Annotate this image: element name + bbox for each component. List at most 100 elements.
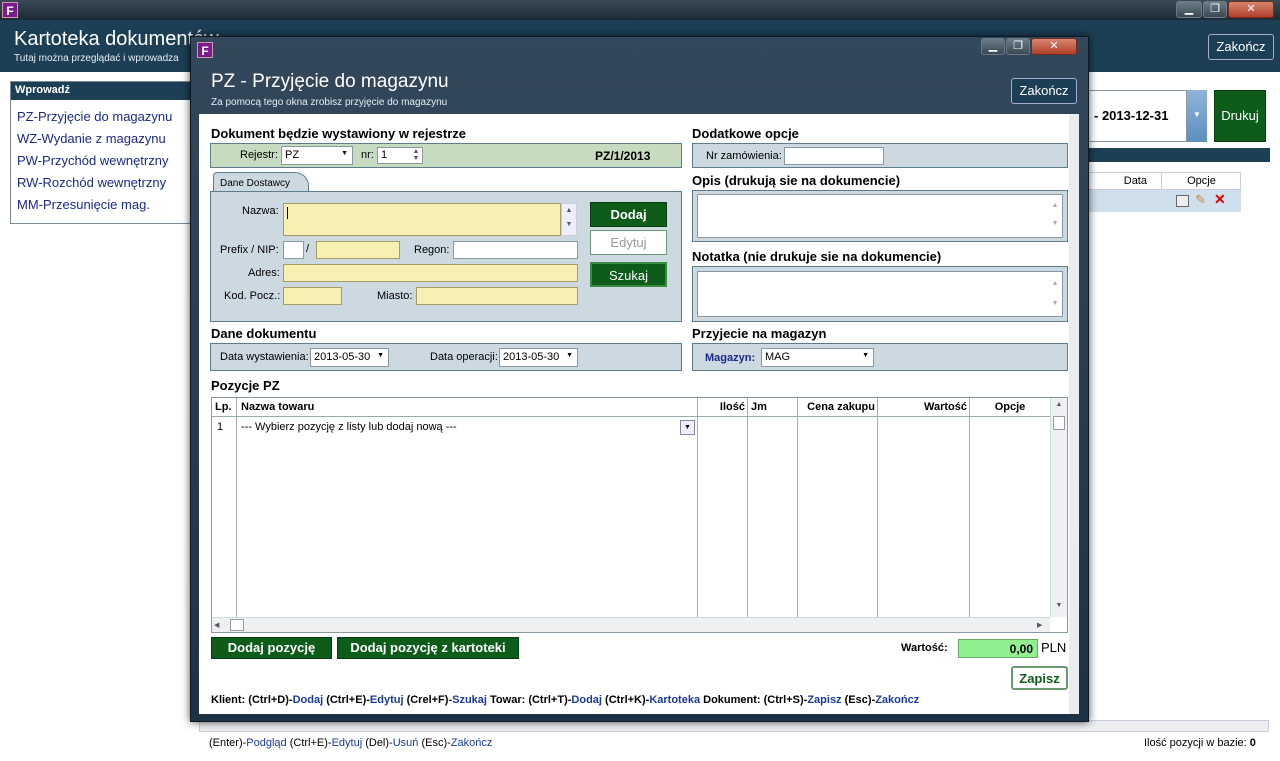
- edit-supplier-button[interactable]: Edytuj: [590, 230, 667, 255]
- dialog-close-button[interactable]: Zakończ: [1011, 78, 1077, 104]
- shortcut-action: Zapisz: [807, 694, 842, 706]
- grid-scroll-left-icon[interactable]: ◀: [214, 621, 219, 629]
- shortcut-action: Usuń: [392, 737, 419, 749]
- issue-date-label: Data wystawienia:: [220, 351, 309, 363]
- positions-section-title: Pozycje PZ: [211, 378, 280, 393]
- app-titlebar: F ▁ ❐ ✕: [0, 0, 1280, 20]
- table-row[interactable]: 1 --- Wybierz pozycję z listy lub dodaj …: [212, 417, 1050, 437]
- main-close-button[interactable]: Zakończ: [1208, 34, 1274, 60]
- shortcut-action: Edytuj: [369, 694, 404, 706]
- record-count: Ilość pozycji w bazie: 0: [1144, 737, 1256, 749]
- note-textarea[interactable]: ▲ ▼: [697, 271, 1063, 317]
- add-position-catalog-button[interactable]: Dodaj pozycję z kartoteki: [337, 637, 519, 659]
- grid-hscrollbar[interactable]: ◀ ▶: [212, 617, 1050, 632]
- operation-date-label: Data operacji:: [430, 351, 498, 363]
- grid-scroll-up-icon[interactable]: ▲: [1051, 401, 1067, 408]
- description-panel: ▲ ▼: [692, 190, 1068, 242]
- note-panel: ▲ ▼: [692, 266, 1068, 322]
- sidebar-item-pw[interactable]: PW-Przychód wewnętrzny: [11, 150, 194, 172]
- operation-date-picker[interactable]: 2013-05-30: [499, 348, 578, 367]
- preview-icon[interactable]: [1176, 195, 1189, 207]
- issue-date-picker[interactable]: 2013-05-30: [310, 348, 389, 367]
- name-scroll-icon[interactable]: ▲ ▼: [561, 203, 577, 236]
- total-label: Wartość:: [901, 642, 948, 654]
- prefix-nip-label: Prefix / NIP:: [220, 244, 279, 256]
- add-supplier-button[interactable]: Dodaj: [590, 202, 667, 227]
- grid-vscrollbar[interactable]: ▲ ▼: [1050, 398, 1067, 617]
- postal-code-label: Kod. Pocz.:: [224, 290, 281, 302]
- minimize-button[interactable]: ▁: [1176, 1, 1202, 18]
- maximize-button[interactable]: ❐: [1203, 1, 1227, 18]
- row-product-select[interactable]: --- Wybierz pozycję z listy lub dodaj no…: [241, 421, 457, 433]
- shortcut-action: Szukaj: [452, 694, 487, 706]
- edit-icon[interactable]: ✎: [1195, 192, 1206, 208]
- save-button[interactable]: Zapisz: [1011, 666, 1068, 690]
- description-textarea[interactable]: ▲ ▼: [697, 194, 1063, 238]
- sidebar-title: Wprowadź: [11, 82, 194, 100]
- shortcut-key: (Del)-: [362, 737, 393, 749]
- shortcut-key: (Ctrl+K)-: [601, 694, 650, 706]
- col-options-pz: Opcje: [994, 401, 1026, 413]
- registry-label: Rejestr:: [240, 149, 278, 161]
- address-input[interactable]: [283, 264, 578, 282]
- sidebar-item-pz[interactable]: PZ-Przyjęcie do magazynu: [11, 106, 194, 128]
- col-unit: Jm: [748, 398, 798, 416]
- dialog-vscrollbar[interactable]: [1069, 114, 1079, 714]
- sidebar-item-rw[interactable]: RW-Rozchód wewnętrzny: [11, 172, 194, 194]
- delete-icon[interactable]: ✕: [1214, 191, 1226, 208]
- dialog-minimize-button[interactable]: ▁: [981, 38, 1005, 55]
- shortcut-action: Podgląd: [246, 737, 287, 749]
- grid-scroll-down-icon[interactable]: ▼: [1051, 602, 1067, 609]
- postal-code-input[interactable]: [283, 287, 342, 305]
- note-section-title: Notatka (nie drukuje sie na dokumencie): [692, 249, 942, 264]
- extra-section-title: Dodatkowe opcje: [692, 126, 799, 141]
- grid-col-line: [798, 417, 878, 617]
- search-supplier-button[interactable]: Szukaj: [590, 262, 667, 287]
- close-window-button[interactable]: ✕: [1228, 1, 1274, 18]
- description-scroll-icon[interactable]: ▲ ▼: [1049, 197, 1061, 235]
- sidebar-item-wz[interactable]: WZ-Wydanie z magazynu: [11, 128, 194, 150]
- register-section-title: Dokument będzie wystawiony w rejestrze: [211, 126, 467, 141]
- registry-select[interactable]: PZ: [281, 146, 353, 165]
- nr-value: 1: [381, 149, 388, 161]
- regon-label: Regon:: [414, 244, 450, 256]
- note-scroll-icon[interactable]: ▲ ▼: [1049, 274, 1061, 314]
- date-dropdown-icon[interactable]: ▼: [1187, 90, 1207, 142]
- add-position-button[interactable]: Dodaj pozycję: [211, 637, 332, 659]
- currency-label: PLN: [1041, 640, 1067, 655]
- print-button[interactable]: Drukuj: [1214, 90, 1266, 142]
- shortcut-action: Dodaj: [571, 694, 602, 706]
- shortcut-action: Kartoteka: [649, 694, 701, 706]
- name-input[interactable]: [283, 203, 561, 236]
- dialog-body: Dokument będzie wystawiony w rejestrze R…: [199, 114, 1079, 714]
- page-title: Kartoteka dokumentów: [14, 28, 219, 50]
- dialog-subtitle: Za pomocą tego okna zrobisz przyjęcie do…: [211, 97, 448, 108]
- dialog-shortcuts: Klient: (Ctrl+D)-Dodaj (Ctrl+E)-Edytuj (…: [211, 694, 919, 706]
- nr-spinner[interactable]: 1 ▲ ▼: [377, 147, 423, 164]
- dialog-close-x-button[interactable]: ✕: [1031, 38, 1077, 55]
- doc-number: PZ/1/2013: [595, 149, 651, 163]
- grid-col-line: [212, 417, 237, 617]
- table-row[interactable]: ✎ ✕: [1085, 190, 1241, 212]
- shortcut-key: (Ctrl+E)-: [286, 737, 332, 749]
- sidebar-item-mm[interactable]: MM-Przesunięcie mag.: [11, 194, 194, 216]
- regon-input[interactable]: [453, 241, 578, 259]
- city-input[interactable]: [416, 287, 578, 305]
- dialog-maximize-button[interactable]: ❐: [1006, 38, 1030, 55]
- date-to-field[interactable]: - 2013-12-31: [1085, 90, 1187, 142]
- warehouse-select[interactable]: MAG: [761, 348, 874, 367]
- grid-scroll-thumb[interactable]: [1053, 416, 1065, 430]
- order-number-input[interactable]: [784, 147, 884, 165]
- prefix-input[interactable]: [283, 241, 304, 259]
- grid-header: Lp. Nazwa towaru Ilość Jm Cena zakupu Wa…: [212, 398, 1050, 417]
- grid-scroll-right-icon[interactable]: ▶: [1037, 621, 1042, 629]
- grid-hscroll-thumb[interactable]: [230, 619, 244, 631]
- row-dropdown-icon[interactable]: ▼: [680, 420, 695, 435]
- spinner-arrows-icon[interactable]: ▲ ▼: [411, 148, 421, 162]
- nip-input[interactable]: [316, 241, 400, 259]
- shortcut-action: Zakończ: [450, 737, 493, 749]
- tab-supplier[interactable]: Dane Dostawcy: [213, 172, 309, 192]
- record-count-label: Ilość pozycji w bazie:: [1144, 737, 1247, 749]
- dialog-logo-icon: F: [197, 42, 213, 58]
- col-qty: Ilość: [698, 398, 748, 416]
